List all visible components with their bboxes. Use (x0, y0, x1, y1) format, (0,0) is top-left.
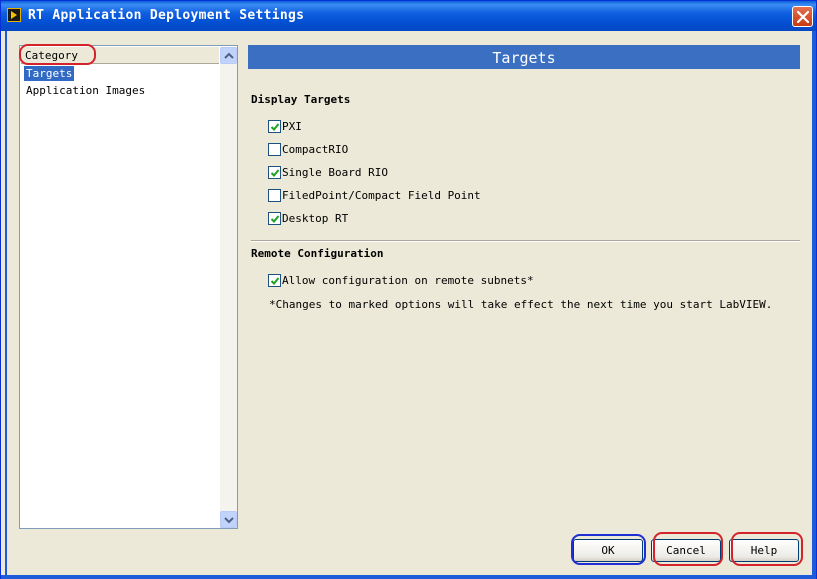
close-icon (797, 11, 809, 23)
checkbox-label: Allow configuration on remote subnets* (282, 274, 534, 287)
scroll-up-arrow-icon (224, 52, 234, 59)
checkbox-label: Desktop RT (282, 212, 349, 225)
checkbox-label: Single Board RIO (282, 166, 388, 179)
window-frame-left (5, 31, 7, 576)
panel-banner: Targets (248, 45, 800, 69)
checkbox-fieldpoint[interactable] (268, 189, 281, 202)
category-scrollbar[interactable] (220, 47, 237, 528)
display-targets-title: Display Targets (251, 93, 351, 106)
checkbox-single-board-rio[interactable] (268, 166, 281, 179)
checkmark-icon (270, 277, 280, 285)
checkbox-compactrio[interactable] (268, 143, 281, 156)
checkmark-icon (270, 123, 280, 131)
scroll-down-button[interactable] (220, 511, 237, 528)
restart-note: *Changes to marked options will take eff… (269, 298, 773, 311)
scroll-up-button[interactable] (220, 47, 237, 64)
title-bar[interactable]: RT Application Deployment Settings (1, 1, 816, 31)
window-frame-bottom (1, 575, 816, 579)
checkmark-icon (270, 169, 280, 177)
checkbox-remote-subnets[interactable] (268, 274, 281, 287)
checkbox-pxi[interactable] (268, 120, 281, 133)
close-button[interactable] (792, 6, 813, 27)
scroll-down-arrow-icon (224, 517, 234, 524)
checkbox-label: CompactRIO (282, 143, 349, 156)
checkbox-label: PXI (282, 120, 302, 133)
dialog-window: RT Application Deployment Settings Categ… (0, 0, 817, 579)
checkbox-desktop-rt[interactable] (268, 212, 281, 225)
category-item-targets[interactable]: Targets (24, 66, 75, 81)
checkbox-label: FiledPoint/Compact Field Point (282, 189, 481, 202)
ok-highlight-annotation (571, 534, 646, 565)
category-highlight-annotation (19, 44, 96, 65)
category-item-application-images[interactable]: Application Images (24, 83, 147, 98)
remote-configuration-title: Remote Configuration (251, 247, 384, 260)
window-title: RT Application Deployment Settings (28, 8, 305, 23)
window-frame-right (812, 31, 816, 576)
labview-app-icon (7, 8, 21, 22)
checkmark-icon (270, 215, 280, 223)
category-list[interactable]: Category Targets Application Images (19, 45, 238, 529)
help-highlight-annotation (731, 532, 803, 566)
section-divider (251, 240, 800, 242)
cancel-highlight-annotation (653, 532, 723, 566)
